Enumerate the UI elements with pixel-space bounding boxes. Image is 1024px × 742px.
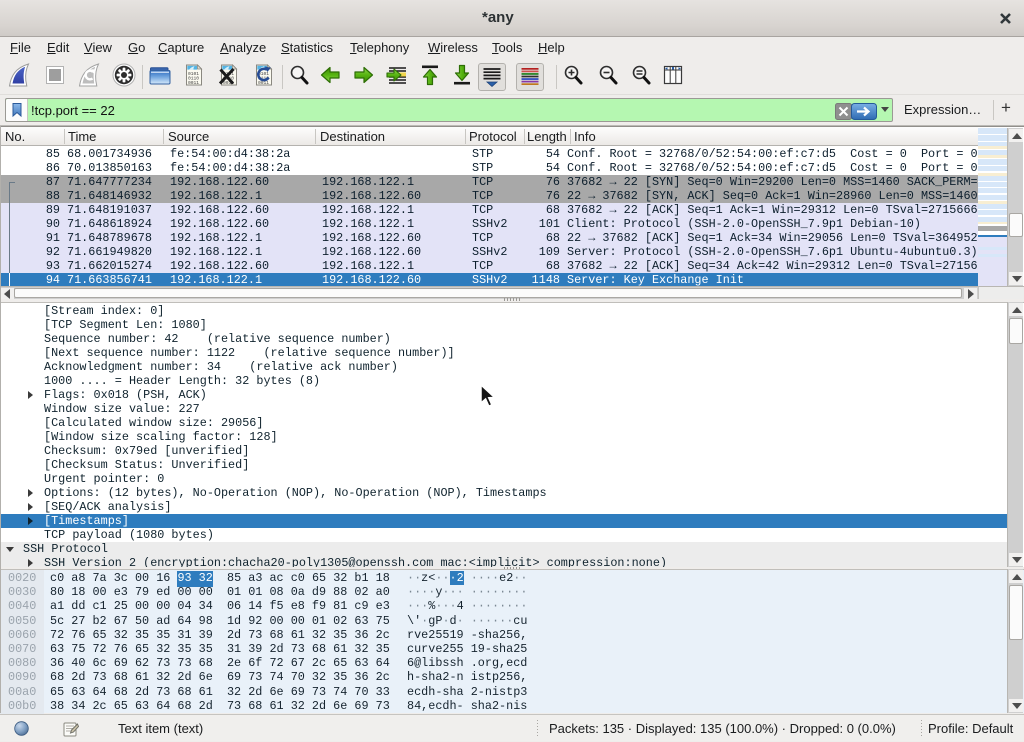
svg-text:0011: 0011 bbox=[188, 80, 199, 86]
